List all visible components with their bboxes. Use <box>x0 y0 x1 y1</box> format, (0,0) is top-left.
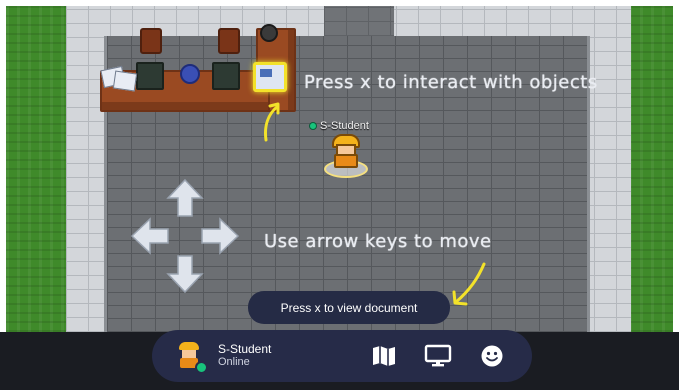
game-frame: Press x to interact with objects S-Stude… <box>0 0 679 390</box>
map-icon <box>373 346 395 366</box>
map-button[interactable] <box>368 342 400 370</box>
arrow-keys-icon <box>130 178 240 294</box>
computer-monitor <box>136 62 164 90</box>
online-status-dot <box>195 361 208 374</box>
grass-left <box>6 6 68 332</box>
arrow-to-document-icon <box>264 102 280 142</box>
hud-player-status: Online <box>218 356 250 368</box>
grass-right <box>629 6 673 332</box>
game-world[interactable]: Press x to interact with objects S-Stude… <box>6 6 673 332</box>
screen-share-button[interactable] <box>422 342 454 370</box>
player-nameplate: S-Student <box>309 120 369 132</box>
avatar[interactable] <box>176 342 208 374</box>
computer-monitor <box>212 62 240 90</box>
doorway <box>324 6 394 36</box>
document-object[interactable] <box>253 62 287 92</box>
emoji-icon <box>481 345 503 367</box>
arrow-to-prompt-icon <box>452 262 486 306</box>
hud-actions <box>368 342 508 370</box>
player-info: S-Student Online <box>218 343 271 369</box>
hud-player-name: S-Student <box>218 342 272 356</box>
move-hint: Use arrow keys to move <box>264 231 492 252</box>
player-avatar <box>330 134 360 168</box>
interact-hint: Press x to interact with objects <box>304 72 598 93</box>
online-dot <box>309 122 317 130</box>
potted-plant <box>180 64 200 84</box>
screen-share-icon <box>424 344 452 367</box>
chair <box>218 28 240 54</box>
player-name: S-Student <box>320 120 369 132</box>
player-hud: S-Student Online <box>152 330 532 382</box>
emoji-button[interactable] <box>476 342 508 370</box>
view-document-prompt[interactable]: Press x to view document <box>248 291 450 324</box>
paper-stack <box>112 70 138 92</box>
chair <box>140 28 162 54</box>
trash-can <box>260 24 278 42</box>
